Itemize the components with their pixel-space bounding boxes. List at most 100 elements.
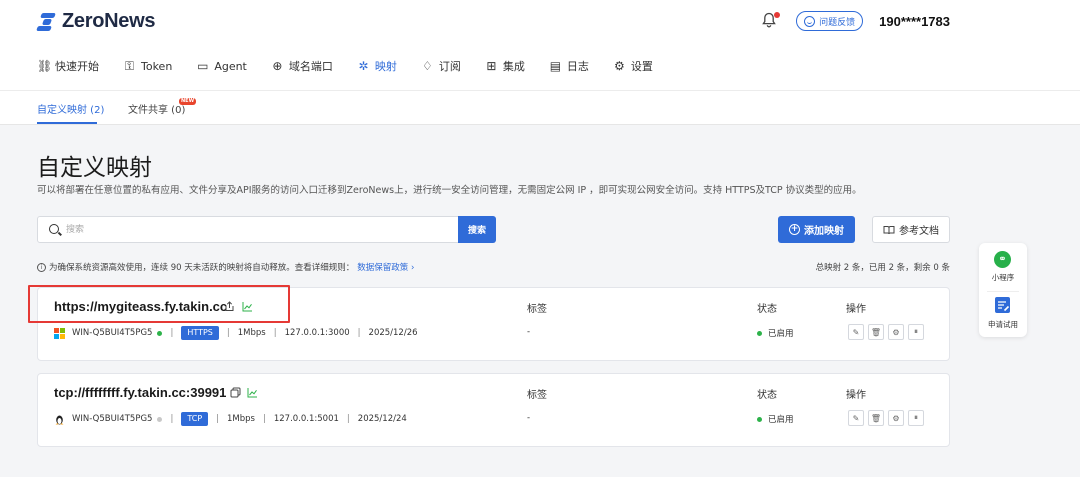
nav-token[interactable]: ⚿ Token: [123, 59, 172, 74]
status-header: 状态: [757, 390, 777, 401]
mapping-icon: ✲: [358, 59, 369, 73]
search-input[interactable]: [66, 221, 456, 239]
nav-label: Agent: [214, 59, 247, 73]
retention-policy-link-text: 数据保留政策: [357, 263, 409, 273]
pause-icon[interactable]: ⏸: [908, 410, 924, 426]
apply-trial-icon[interactable]: [995, 297, 1010, 313]
gear-icon: ⚙: [613, 59, 625, 73]
diamond-icon: ♢: [421, 59, 433, 73]
nav-label: 日志: [566, 60, 589, 73]
settings-icon[interactable]: ⚙: [888, 324, 904, 340]
tags-header: 标签: [527, 304, 547, 315]
target-address: 127.0.0.1:3000: [284, 328, 350, 338]
chevron-right-icon: ›: [410, 263, 415, 273]
nav-agent[interactable]: ▭ Agent: [196, 59, 247, 73]
miniprogram-label[interactable]: 小程序: [979, 272, 1027, 283]
page-title: 自定义映射: [37, 155, 152, 181]
nav-label: 订阅: [438, 60, 461, 73]
logo-icon: [36, 12, 59, 32]
user-account[interactable]: 190****1783: [879, 14, 950, 29]
floating-side-panel: ⚭ 小程序 申请试用: [979, 243, 1027, 337]
nav-label: 域名端口: [288, 60, 333, 73]
search-button[interactable]: 搜索: [458, 216, 496, 243]
mapping-domain[interactable]: https://mygiteass.fy.takin.cc: [54, 299, 227, 314]
mapping-domain[interactable]: tcp://ffffffff.fy.takin.cc:39991: [54, 385, 226, 400]
search-icon: [49, 224, 59, 234]
status-value: 已启用: [757, 327, 794, 339]
divider: [987, 291, 1019, 292]
info-icon: i: [37, 262, 46, 272]
share-icon[interactable]: [224, 301, 235, 312]
mapping-card: tcp://ffffffff.fy.takin.cc:39991 WIN-Q5B…: [37, 373, 950, 447]
nav-mapping[interactable]: ✲ 映射: [357, 58, 397, 74]
reference-docs-label: 参考文档: [899, 226, 939, 237]
status-text: 已启用: [768, 415, 794, 425]
nav-logs[interactable]: ▤ 日志: [549, 58, 589, 74]
tab-file-share[interactable]: 文件共享 (0): [128, 101, 185, 116]
protocol-badge: HTTPS: [181, 326, 219, 340]
key-icon: ⚿: [124, 58, 135, 73]
nav-settings[interactable]: ⚙ 设置: [613, 58, 653, 74]
nav-quickstart[interactable]: ⛓ 快速开始: [37, 58, 99, 74]
notice-text: 为确保系统资源高效使用，连续 90 天未活跃的映射将自动释放。查看详细规则：: [49, 263, 355, 273]
plus-circle-icon: +: [789, 224, 800, 235]
nav-integration[interactable]: ⊞ 集成: [485, 58, 525, 74]
agent-online-dot: [157, 330, 163, 336]
tags-header: 标签: [527, 390, 547, 401]
active-tab-indicator: [37, 122, 97, 124]
settings-icon[interactable]: ⚙: [888, 410, 904, 426]
delete-icon[interactable]: 🗑: [868, 324, 884, 340]
mapping-card: https://mygiteass.fy.takin.cc WIN-Q5BUI4…: [37, 287, 950, 361]
agent-name: WIN-Q5BUI4T5PG5: [72, 328, 153, 338]
traffic-chart-icon[interactable]: [242, 301, 253, 312]
document-icon: ▤: [549, 59, 562, 73]
add-mapping-label: 添加映射: [804, 226, 844, 237]
edit-icon[interactable]: ✎: [848, 410, 864, 426]
sub-tabs: 自定义映射 (2) 文件共享 (0): [0, 90, 1080, 125]
row-actions: ✎ 🗑 ⚙ ⏸: [848, 410, 924, 426]
nav-subscription[interactable]: ♢ 订阅: [421, 58, 461, 74]
row-actions: ✎ 🗑 ⚙ ⏸: [848, 324, 924, 340]
expiry-date: 2025/12/26: [368, 328, 418, 338]
target-address: 127.0.0.1:5001: [273, 414, 339, 424]
mapping-totals: 总映射 2 条，已用 2 条，剩余 0 条: [815, 263, 950, 273]
miniprogram-icon[interactable]: ⚭: [994, 251, 1011, 268]
feedback-button[interactable]: 问题反馈: [796, 11, 864, 31]
traffic-chart-icon[interactable]: [247, 387, 258, 398]
pause-icon[interactable]: ⏸: [908, 324, 924, 340]
enabled-dot: [757, 417, 762, 422]
nav-label: Token: [141, 59, 173, 73]
bandwidth: 1Mbps: [227, 414, 255, 424]
status-header: 状态: [757, 304, 777, 315]
page-description: 可以将部署在任意位置的私有应用、文件分享及API服务的访问入口迁移到ZeroNe…: [37, 185, 862, 196]
apply-trial-label[interactable]: 申请试用: [979, 319, 1027, 330]
feedback-label: 问题反馈: [819, 17, 856, 28]
add-mapping-button[interactable]: + 添加映射: [778, 216, 855, 243]
delete-icon[interactable]: 🗑: [868, 410, 884, 426]
agent-name: WIN-Q5BUI4T5PG5: [72, 414, 153, 424]
reference-docs-button[interactable]: 参考文档: [872, 216, 950, 243]
retention-policy-link[interactable]: 数据保留政策 ›: [357, 261, 414, 273]
laptop-icon: ▭: [197, 59, 209, 73]
retention-notice: i 为确保系统资源高效使用，连续 90 天未活跃的映射将自动释放。查看详细规则：…: [37, 261, 414, 273]
nav-label: 集成: [502, 60, 525, 73]
status-value: 已启用: [757, 413, 794, 425]
mapping-meta: WIN-Q5BUI4T5PG5 | TCP | 1Mbps | 127.0.0.…: [54, 412, 407, 426]
agent-offline-dot: [157, 416, 163, 422]
nav-label: 映射: [374, 60, 397, 73]
copy-icon[interactable]: [230, 387, 241, 398]
bell-icon[interactable]: [762, 12, 781, 30]
windows-icon: [54, 327, 65, 339]
logo[interactable]: ZeroNews: [36, 10, 155, 33]
globe-icon: ⊕: [272, 59, 283, 73]
tab-custom-mapping[interactable]: 自定义映射 (2): [37, 101, 104, 116]
link-icon: ⛓: [37, 59, 53, 73]
protocol-badge: TCP: [181, 412, 209, 426]
smile-icon: [804, 15, 816, 27]
edit-icon[interactable]: ✎: [848, 324, 864, 340]
notification-dot: [774, 12, 781, 18]
ops-header: 操作: [846, 304, 866, 315]
search-box: 搜索: [37, 216, 496, 243]
nav-domain-port[interactable]: ⊕ 域名端口: [271, 58, 333, 74]
book-icon: [883, 225, 895, 234]
